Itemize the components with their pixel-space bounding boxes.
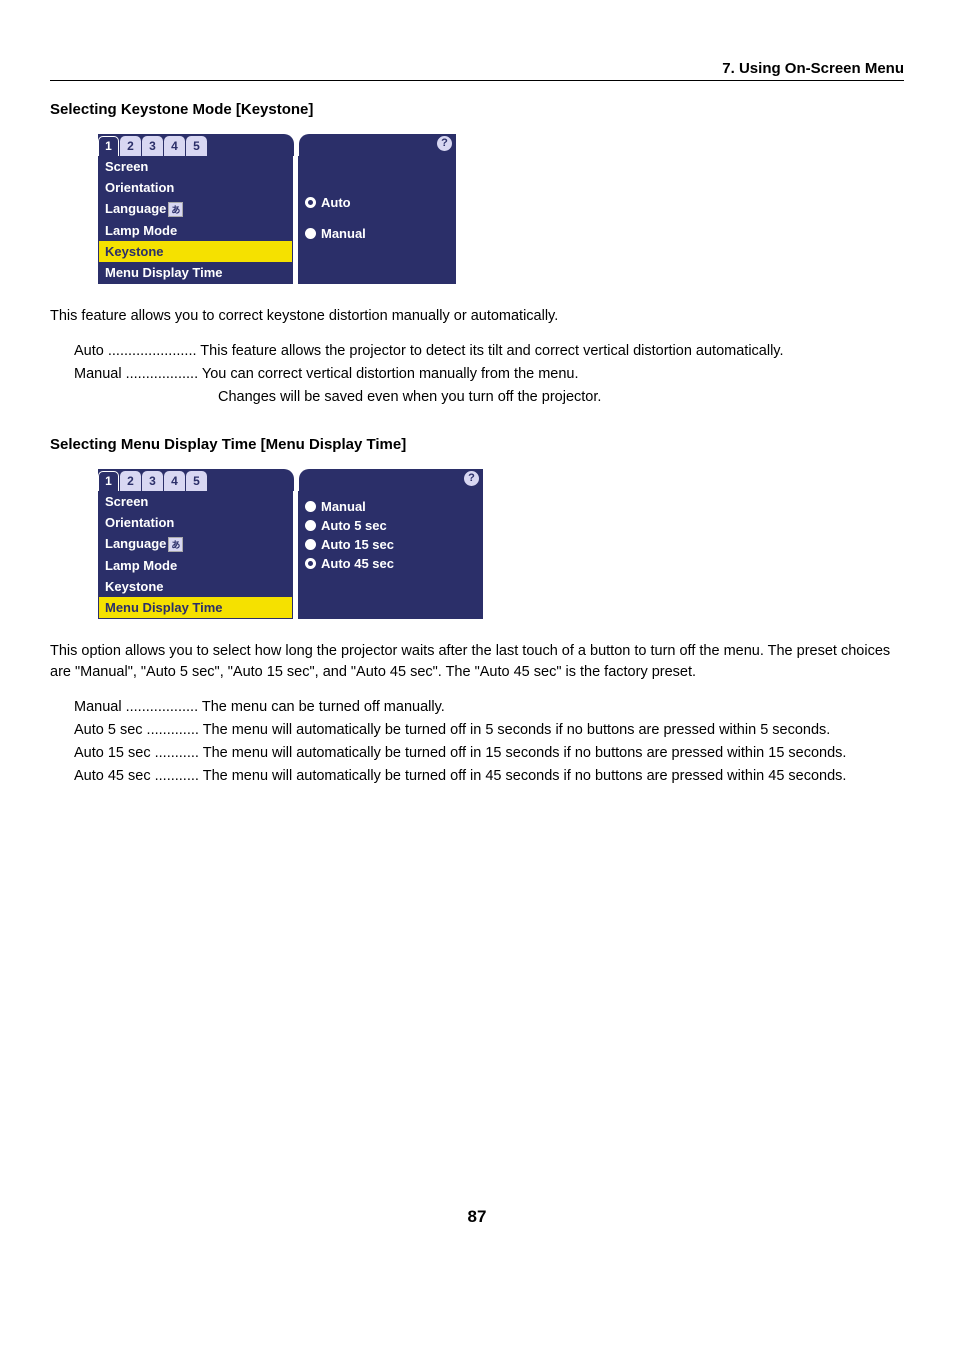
option-auto45[interactable]: Auto 45 sec <box>305 556 476 571</box>
help-icon[interactable]: ? <box>437 136 452 151</box>
option-label: Auto <box>321 195 351 210</box>
def-auto45: Auto 45 sec ........... The menu will au… <box>74 766 904 787</box>
tab-bar-left: 1 2 3 4 5 <box>98 134 294 156</box>
section2-body: This option allows you to select how lon… <box>50 641 904 683</box>
def-manual: Manual .................. You can correc… <box>74 364 904 385</box>
menu-item-menudisplaytime[interactable]: Menu Display Time <box>99 262 292 283</box>
menu-item-menudisplaytime[interactable]: Menu Display Time <box>99 597 292 618</box>
option-manual[interactable]: Manual <box>305 226 449 241</box>
tab-2[interactable]: 2 <box>120 136 141 156</box>
menu-widget-displaytime: 1 2 3 4 5 ? Screen Orientation Languageあ… <box>98 469 483 619</box>
tab-3[interactable]: 3 <box>142 471 163 491</box>
menu-right-panel: Auto Manual <box>298 156 456 284</box>
def-auto: Auto ...................... This feature… <box>74 341 904 362</box>
menu-item-screen[interactable]: Screen <box>99 156 292 177</box>
def-desc: The menu will automatically be turned of… <box>203 768 847 784</box>
menu-item-orientation[interactable]: Orientation <box>99 512 292 533</box>
def-auto15: Auto 15 sec ........... The menu will au… <box>74 743 904 764</box>
def-term: Manual <box>74 697 122 718</box>
section1-body: This feature allows you to correct keyst… <box>50 306 904 327</box>
tab-1[interactable]: 1 <box>98 136 119 156</box>
def-manual: Manual .................. The menu can b… <box>74 697 904 718</box>
menu-item-orientation[interactable]: Orientation <box>99 177 292 198</box>
def-desc: You can correct vertical distortion manu… <box>202 366 579 382</box>
menu-item-keystone[interactable]: Keystone <box>99 576 292 597</box>
def-desc: This feature allows the projector to det… <box>200 343 783 359</box>
def-note: Changes will be saved even when you turn… <box>218 387 904 408</box>
option-label: Auto 5 sec <box>321 518 387 533</box>
dots: ...................... <box>108 343 197 359</box>
page-number: 87 <box>50 1207 904 1227</box>
tab-5[interactable]: 5 <box>186 136 207 156</box>
language-icon: あ <box>168 202 183 217</box>
language-icon: あ <box>168 537 183 552</box>
tab-5[interactable]: 5 <box>186 471 207 491</box>
menu-item-language-label: Language <box>105 201 166 216</box>
def-term: Auto 5 sec <box>74 720 143 741</box>
def-term: Auto 45 sec <box>74 766 151 787</box>
radio-icon <box>305 520 316 531</box>
option-label: Manual <box>321 226 366 241</box>
radio-icon <box>305 228 316 239</box>
chapter-header: 7. Using On-Screen Menu <box>50 60 904 81</box>
help-icon[interactable]: ? <box>464 471 479 486</box>
tab-bar: 1 2 3 4 5 ? <box>98 469 483 491</box>
radio-icon <box>305 501 316 512</box>
def-term: Auto <box>74 341 104 362</box>
menu-left-panel: Screen Orientation Languageあ Lamp Mode K… <box>98 491 293 619</box>
menu-item-language[interactable]: Languageあ <box>99 198 292 220</box>
menu-right-panel: Manual Auto 5 sec Auto 15 sec Auto 45 se… <box>298 491 483 619</box>
menu-widget-keystone: 1 2 3 4 5 ? Screen Orientation Languageあ… <box>98 134 456 284</box>
menu-item-screen[interactable]: Screen <box>99 491 292 512</box>
dots: .................. <box>126 366 199 382</box>
menu-item-keystone[interactable]: Keystone <box>99 241 292 262</box>
tab-bar-left: 1 2 3 4 5 <box>98 469 294 491</box>
def-term: Auto 15 sec <box>74 743 151 764</box>
def-desc: The menu can be turned off manually. <box>202 699 445 715</box>
tab-3[interactable]: 3 <box>142 136 163 156</box>
tab-bar-right: ? <box>299 134 456 156</box>
section2-title: Selecting Menu Display Time [Menu Displa… <box>50 436 904 453</box>
dots: ........... <box>155 768 199 784</box>
dots: .................. <box>126 699 199 715</box>
page: 7. Using On-Screen Menu Selecting Keysto… <box>0 0 954 1267</box>
tab-4[interactable]: 4 <box>164 136 185 156</box>
dots: ........... <box>155 745 199 761</box>
def-desc: The menu will automatically be turned of… <box>203 722 831 738</box>
option-auto15[interactable]: Auto 15 sec <box>305 537 476 552</box>
option-auto[interactable]: Auto <box>305 195 449 210</box>
tab-1[interactable]: 1 <box>98 471 119 491</box>
option-label: Manual <box>321 499 366 514</box>
tab-bar: 1 2 3 4 5 ? <box>98 134 456 156</box>
def-term: Manual <box>74 364 122 385</box>
option-label: Auto 45 sec <box>321 556 394 571</box>
dots: ............. <box>147 722 199 738</box>
section2-defs: Manual .................. The menu can b… <box>74 697 904 787</box>
option-manual[interactable]: Manual <box>305 499 476 514</box>
section1-defs: Auto ...................... This feature… <box>74 341 904 408</box>
tab-4[interactable]: 4 <box>164 471 185 491</box>
menu-item-lampmode[interactable]: Lamp Mode <box>99 220 292 241</box>
menu-item-lampmode[interactable]: Lamp Mode <box>99 555 292 576</box>
radio-icon <box>305 197 316 208</box>
def-auto5: Auto 5 sec ............. The menu will a… <box>74 720 904 741</box>
radio-icon <box>305 539 316 550</box>
option-panel-displaytime: Manual Auto 5 sec Auto 15 sec Auto 45 se… <box>299 491 482 583</box>
option-panel-keystone: Auto Manual <box>299 156 455 283</box>
option-label: Auto 15 sec <box>321 537 394 552</box>
menu-left-panel: Screen Orientation Languageあ Lamp Mode K… <box>98 156 293 284</box>
def-desc: The menu will automatically be turned of… <box>203 745 847 761</box>
radio-icon <box>305 558 316 569</box>
option-auto5[interactable]: Auto 5 sec <box>305 518 476 533</box>
menu-item-language[interactable]: Languageあ <box>99 533 292 555</box>
tab-bar-right: ? <box>299 469 483 491</box>
menu-item-language-label: Language <box>105 536 166 551</box>
tab-2[interactable]: 2 <box>120 471 141 491</box>
section1-title: Selecting Keystone Mode [Keystone] <box>50 101 904 118</box>
